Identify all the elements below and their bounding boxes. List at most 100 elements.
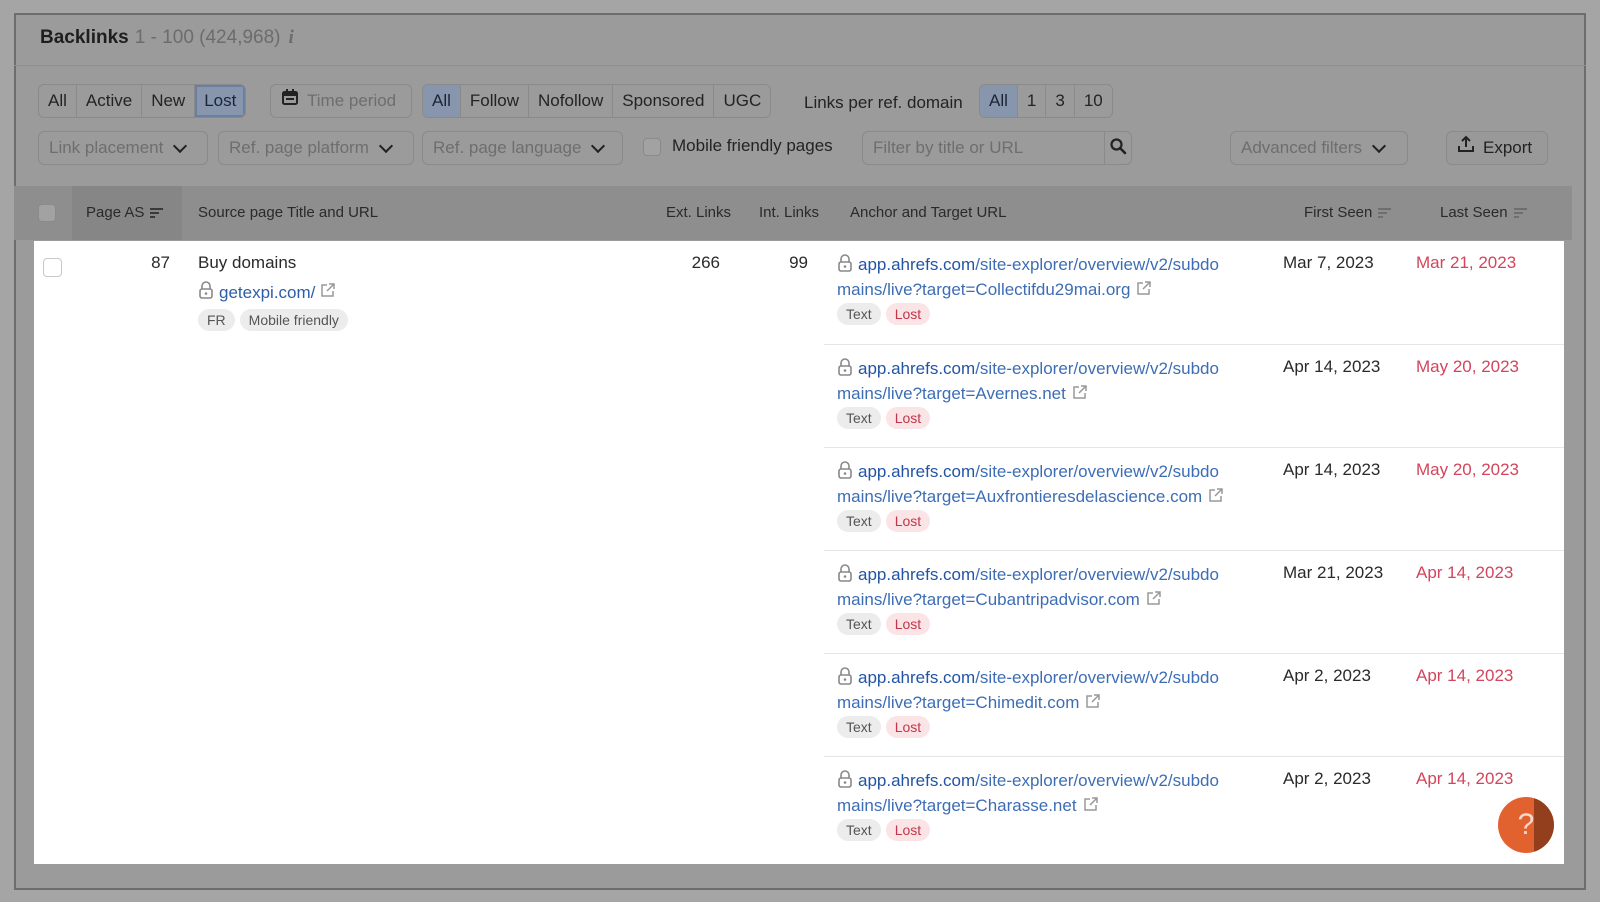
- status-tabs: All Active New Lost: [38, 84, 247, 118]
- anchor-target-link[interactable]: app.ahrefs.com/site-explorer/overview/v2…: [837, 563, 1267, 612]
- external-link-icon[interactable]: [1208, 486, 1224, 509]
- link-placement-label: Link placement: [49, 138, 164, 157]
- links-per-domain-tabs: All 1 3 10: [979, 84, 1113, 118]
- link-type-tag: Text: [837, 407, 881, 429]
- col-first-seen-label: First Seen: [1304, 204, 1373, 221]
- page-as-value: 87: [151, 253, 170, 272]
- advanced-filters-dropdown[interactable]: Advanced filters: [1230, 131, 1408, 165]
- lock-icon: [837, 666, 853, 691]
- tab-lost[interactable]: Lost: [195, 85, 246, 117]
- anchor-path: /site-explorer/overview/v2/subdo: [975, 668, 1219, 687]
- ref-page-platform-dropdown[interactable]: Ref. page platform: [218, 131, 414, 165]
- anchor-tags: Text Lost: [837, 510, 935, 532]
- export-button[interactable]: Export: [1446, 131, 1548, 165]
- lost-status-tag: Lost: [885, 819, 931, 841]
- anchor-row: app.ahrefs.com/site-explorer/overview/v2…: [824, 241, 1564, 344]
- anchor-path: /site-explorer/overview/v2/subdo: [975, 462, 1219, 481]
- help-icon: ?: [1517, 808, 1535, 841]
- anchor-path-cont: mains/live?target=Collectifdu29mai.org: [837, 279, 1131, 299]
- help-button[interactable]: ?: [1498, 797, 1554, 853]
- lost-status-tag: Lost: [885, 303, 931, 325]
- lost-status-tag: Lost: [885, 407, 931, 429]
- search-input[interactable]: [863, 132, 1104, 164]
- anchor-path-cont: mains/live?target=Chimedit.com: [837, 692, 1080, 712]
- time-period-button[interactable]: Time period: [270, 84, 412, 118]
- lost-status-tag: Lost: [885, 613, 931, 635]
- tab-all[interactable]: All: [39, 85, 77, 117]
- tab-per-domain-all[interactable]: All: [980, 85, 1018, 117]
- anchor-row: app.ahrefs.com/site-explorer/overview/v2…: [824, 756, 1564, 859]
- external-link-icon[interactable]: [1136, 279, 1152, 302]
- lock-icon: [837, 563, 853, 588]
- anchor-path-cont: mains/live?target=Avernes.net: [837, 383, 1066, 403]
- info-icon[interactable]: i: [289, 27, 294, 48]
- source-tags: FR Mobile friendly: [198, 309, 353, 331]
- tab-ugc[interactable]: UGC: [714, 85, 770, 117]
- anchor-target-link[interactable]: app.ahrefs.com/site-explorer/overview/v2…: [837, 460, 1267, 509]
- col-int-links[interactable]: Int. Links: [759, 186, 819, 240]
- title-text: Backlinks: [40, 27, 129, 48]
- last-seen-date: Mar 21, 2023: [1416, 253, 1517, 272]
- col-last-seen[interactable]: Last Seen: [1440, 186, 1527, 240]
- lost-status-tag: Lost: [885, 716, 931, 738]
- external-link-icon[interactable]: [1146, 589, 1162, 612]
- links-per-domain-label: Links per ref. domain: [804, 93, 963, 112]
- tab-active[interactable]: Active: [77, 85, 143, 117]
- last-seen-date: Apr 14, 2023: [1416, 666, 1514, 685]
- link-type-tag: Text: [837, 510, 881, 532]
- mobile-friendly-tag: Mobile friendly: [239, 309, 348, 331]
- export-label: Export: [1483, 138, 1533, 157]
- anchor-domain: app.ahrefs.com: [858, 668, 976, 687]
- chevron-down-icon: [1371, 138, 1387, 154]
- link-type-tag: Text: [837, 716, 881, 738]
- anchor-tags: Text Lost: [837, 716, 935, 738]
- table-header: Page AS Source page Title and URL Ext. L…: [14, 186, 1572, 240]
- tab-new[interactable]: New: [142, 85, 196, 117]
- source-url-link[interactable]: getexpi.com/: [198, 281, 336, 304]
- search-icon: [1109, 137, 1127, 160]
- tab-per-domain-3[interactable]: 3: [1046, 85, 1075, 117]
- mobile-friendly-checkbox[interactable]: [643, 138, 661, 156]
- source-url-text: getexpi.com/: [219, 282, 316, 302]
- col-page-as[interactable]: Page AS: [86, 186, 164, 240]
- filter-search: [862, 131, 1132, 165]
- external-link-icon[interactable]: [320, 282, 336, 303]
- sort-icon: [150, 206, 164, 220]
- anchor-target-link[interactable]: app.ahrefs.com/site-explorer/overview/v2…: [837, 769, 1267, 818]
- ref-page-language-label: Ref. page language: [433, 138, 582, 157]
- anchor-row: app.ahrefs.com/site-explorer/overview/v2…: [824, 550, 1564, 653]
- select-all-checkbox[interactable]: [38, 204, 56, 222]
- last-seen-date: May 20, 2023: [1416, 357, 1520, 376]
- tab-sponsored[interactable]: Sponsored: [613, 85, 715, 117]
- language-tag: FR: [198, 309, 235, 331]
- anchor-target-link[interactable]: app.ahrefs.com/site-explorer/overview/v2…: [837, 253, 1267, 302]
- anchor-path-cont: mains/live?target=Auxfrontieresdelascien…: [837, 486, 1203, 506]
- ref-page-language-dropdown[interactable]: Ref. page language: [422, 131, 623, 165]
- tab-per-domain-1[interactable]: 1: [1018, 85, 1047, 117]
- upload-icon: [1457, 132, 1475, 164]
- time-period-label: Time period: [307, 91, 397, 110]
- lock-icon: [837, 253, 853, 278]
- tab-per-domain-10[interactable]: 10: [1075, 85, 1112, 117]
- external-link-icon[interactable]: [1083, 795, 1099, 818]
- link-placement-dropdown[interactable]: Link placement: [38, 131, 208, 165]
- anchor-target-link[interactable]: app.ahrefs.com/site-explorer/overview/v2…: [837, 357, 1267, 406]
- external-link-icon[interactable]: [1072, 383, 1088, 406]
- tab-follow[interactable]: Follow: [461, 85, 530, 117]
- col-first-seen[interactable]: First Seen: [1304, 186, 1392, 240]
- last-seen-date: Apr 14, 2023: [1416, 769, 1514, 788]
- first-seen-date: Mar 21, 2023: [1283, 563, 1384, 582]
- row-checkbox[interactable]: [43, 258, 62, 277]
- anchor-row: app.ahrefs.com/site-explorer/overview/v2…: [824, 447, 1564, 550]
- lock-icon: [837, 460, 853, 485]
- col-ext-links[interactable]: Ext. Links: [666, 186, 731, 240]
- external-link-icon[interactable]: [1085, 692, 1101, 715]
- search-button[interactable]: [1104, 132, 1131, 164]
- ref-page-platform-label: Ref. page platform: [229, 138, 369, 157]
- anchor-domain: app.ahrefs.com: [858, 462, 976, 481]
- lock-icon: [837, 357, 853, 382]
- tab-link-all[interactable]: All: [423, 85, 461, 117]
- link-type-tag: Text: [837, 613, 881, 635]
- tab-nofollow[interactable]: Nofollow: [529, 85, 614, 117]
- anchor-target-link[interactable]: app.ahrefs.com/site-explorer/overview/v2…: [837, 666, 1267, 715]
